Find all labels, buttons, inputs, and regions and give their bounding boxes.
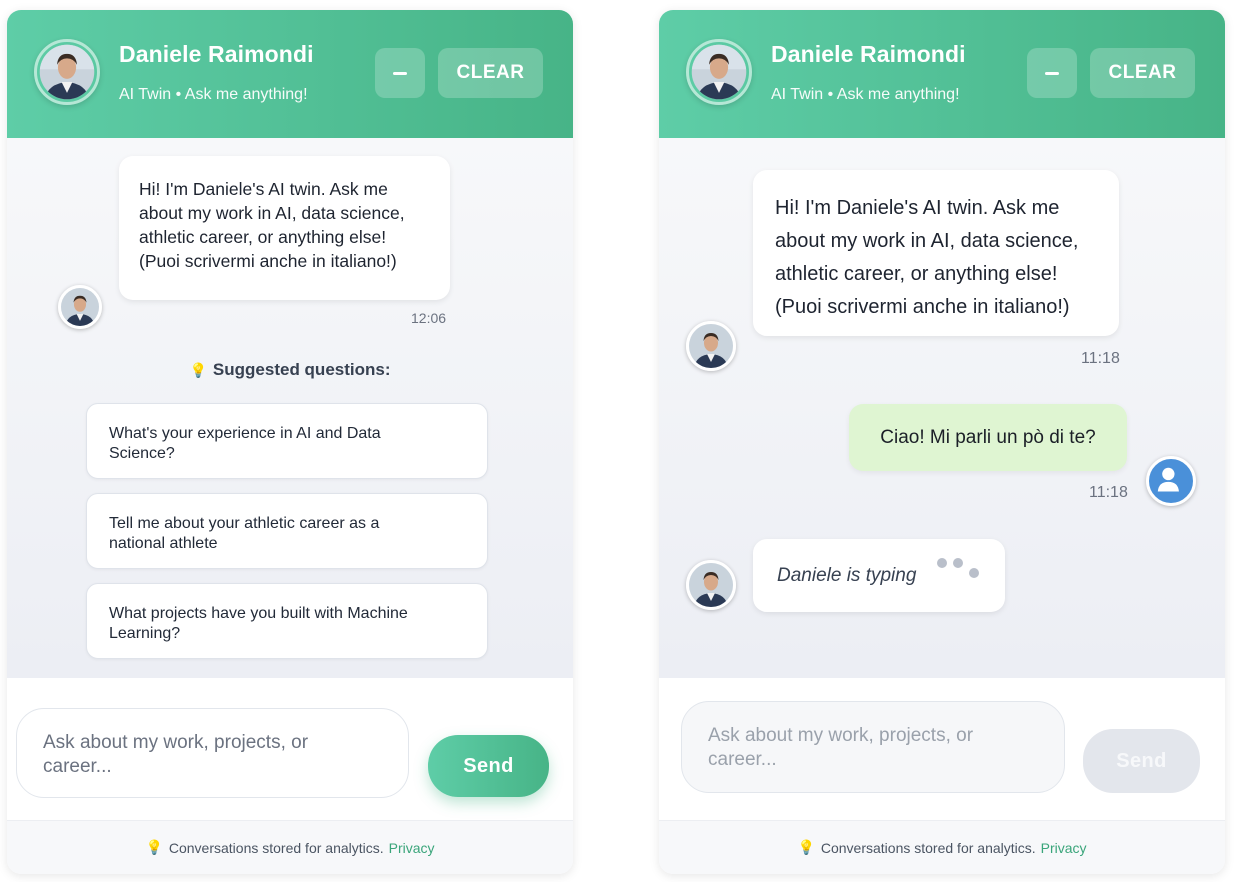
typing-dot [969, 568, 979, 578]
minus-icon [393, 71, 407, 75]
minimize-button[interactable] [375, 48, 425, 98]
bot-message-line: Hi! I'm Daniele's AI twin. Ask me [139, 179, 388, 199]
chip-line: What projects have you built with Machin… [109, 605, 408, 622]
minus-icon [1045, 71, 1059, 75]
input-placeholder-line: Ask about my work, projects, or [43, 732, 309, 753]
clear-button[interactable]: CLEAR [1090, 48, 1195, 98]
bot-avatar [686, 321, 736, 371]
input-placeholder-line: career... [708, 749, 777, 770]
footer: 💡 Conversations stored for analytics. Pr… [7, 820, 573, 874]
lightbulb-icon: 💡 [797, 839, 815, 855]
user-icon [1146, 456, 1196, 506]
footer-text: Conversations stored for analytics. [820, 839, 1036, 856]
chat-header: Daniele Raimondi AI Twin • Ask me anythi… [7, 10, 573, 138]
lightbulb-icon: 💡 [189, 362, 207, 378]
bot-message-bubble: Hi! I'm Daniele's AI twin. Ask me about … [753, 170, 1119, 336]
profile-avatar [34, 39, 100, 105]
message-input[interactable]: Ask about my work, projects, or career..… [681, 701, 1065, 793]
chip-line: Tell me about your athletic career as a [109, 515, 380, 532]
message-list[interactable]: Hi! I'm Daniele's AI twin. Ask me about … [659, 138, 1225, 678]
send-button[interactable]: Send [1083, 729, 1200, 793]
input-placeholder-line: career... [43, 756, 112, 777]
message-timestamp: 11:18 [1081, 350, 1120, 367]
chip-line: Learning? [109, 625, 181, 642]
typing-text: Daniele is typing [777, 565, 917, 586]
suggested-question-chip[interactable]: What's your experience in AI and Data Sc… [86, 403, 488, 479]
message-list[interactable]: Hi! I'm Daniele's AI twin. Ask me about … [7, 138, 573, 678]
message-input[interactable]: Ask about my work, projects, or career..… [16, 708, 409, 798]
bot-avatar [686, 560, 736, 610]
composer: Ask about my work, projects, or career..… [7, 678, 573, 820]
typing-dot [937, 558, 947, 568]
profile-name: Daniele Raimondi [119, 41, 314, 67]
footer-text: Conversations stored for analytics. [168, 839, 384, 856]
chat-widget-left: Daniele Raimondi AI Twin • Ask me anythi… [7, 10, 573, 874]
bot-avatar [58, 285, 102, 329]
suggested-question-chip[interactable]: What projects have you built with Machin… [86, 583, 488, 659]
user-message-bubble: Ciao! Mi parli un pò di te? [849, 404, 1127, 471]
lightbulb-icon: 💡 [145, 839, 163, 855]
bot-message-line: Hi! I'm Daniele's AI twin. Ask me [775, 197, 1060, 219]
message-timestamp: 11:18 [1089, 484, 1128, 501]
profile-subtitle: AI Twin • Ask me anything! [771, 86, 960, 103]
bot-message-line: (Puoi scrivermi anche in italiano!) [139, 251, 397, 271]
minimize-button[interactable] [1027, 48, 1077, 98]
bot-message-line: (Puoi scrivermi anche in italiano!) [775, 296, 1070, 318]
profile-name: Daniele Raimondi [771, 41, 966, 67]
message-timestamp: 12:06 [411, 310, 447, 326]
composer: Ask about my work, projects, or career..… [659, 678, 1225, 820]
suggested-question-chip[interactable]: Tell me about your athletic career as a … [86, 493, 488, 569]
profile-subtitle: AI Twin • Ask me anything! [119, 86, 308, 103]
bot-message-bubble: Hi! I'm Daniele's AI twin. Ask me about … [119, 156, 450, 300]
bot-message-line: athletic career, or anything else! [775, 263, 1058, 285]
send-button[interactable]: Send [428, 735, 549, 797]
bot-message-line: athletic career, or anything else! [139, 227, 387, 247]
privacy-link[interactable]: Privacy [389, 840, 435, 856]
bot-message-line: about my work in AI, data science, [139, 203, 405, 223]
suggested-questions-title: 💡 Suggested questions: [7, 360, 573, 380]
chip-line: national athlete [109, 535, 218, 552]
chip-line: Science? [109, 445, 175, 462]
suggested-questions-label: Suggested questions: [212, 360, 391, 379]
profile-avatar [686, 39, 752, 105]
chat-header: Daniele Raimondi AI Twin • Ask me anythi… [659, 10, 1225, 138]
user-message-text: Ciao! Mi parli un pò di te? [880, 426, 1096, 448]
chat-widget-right: Daniele Raimondi AI Twin • Ask me anythi… [659, 10, 1225, 874]
input-placeholder-line: Ask about my work, projects, or [708, 725, 974, 746]
footer: 💡 Conversations stored for analytics. Pr… [659, 820, 1225, 874]
clear-button[interactable]: CLEAR [438, 48, 543, 98]
bot-message-line: about my work in AI, data science, [775, 230, 1079, 252]
chip-line: What's your experience in AI and Data [109, 425, 381, 442]
typing-indicator-bubble: Daniele is typing [753, 539, 1005, 612]
privacy-link[interactable]: Privacy [1041, 840, 1087, 856]
typing-dot [953, 558, 963, 568]
